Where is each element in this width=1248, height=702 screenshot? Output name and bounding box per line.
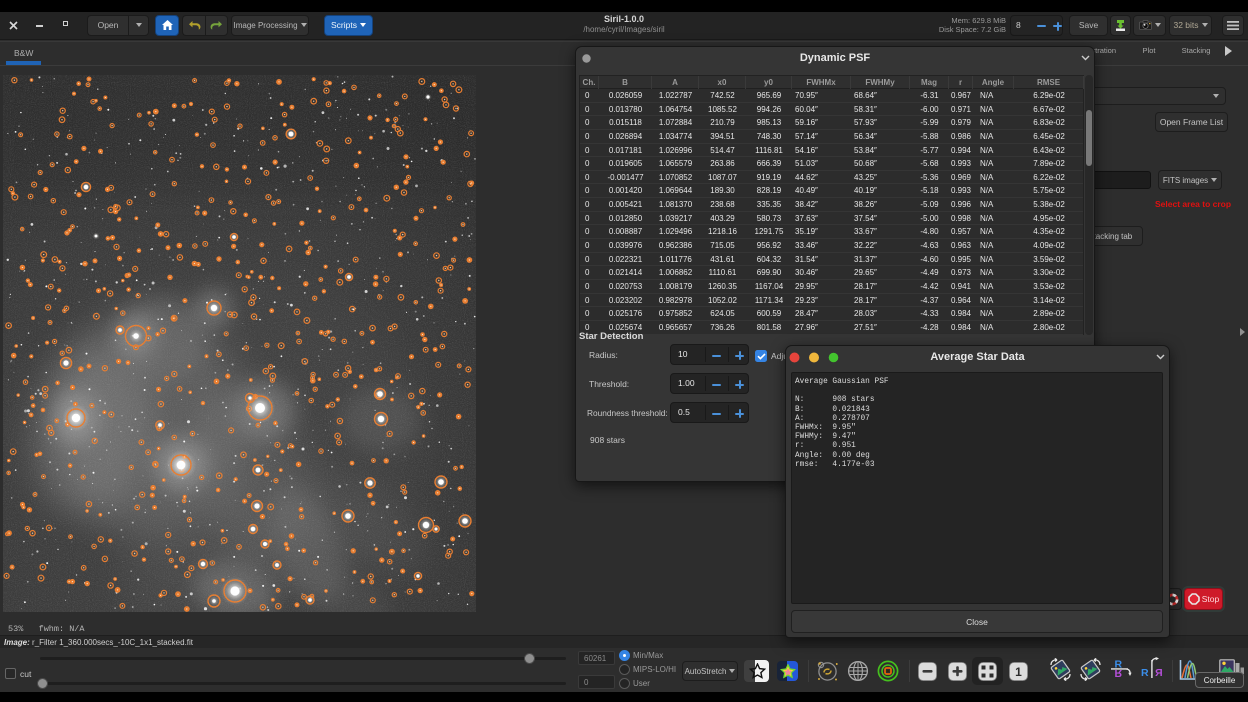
svg-text:R: R bbox=[1155, 667, 1163, 679]
svg-text:R: R bbox=[1141, 667, 1149, 679]
svg-text:1: 1 bbox=[1015, 665, 1022, 679]
